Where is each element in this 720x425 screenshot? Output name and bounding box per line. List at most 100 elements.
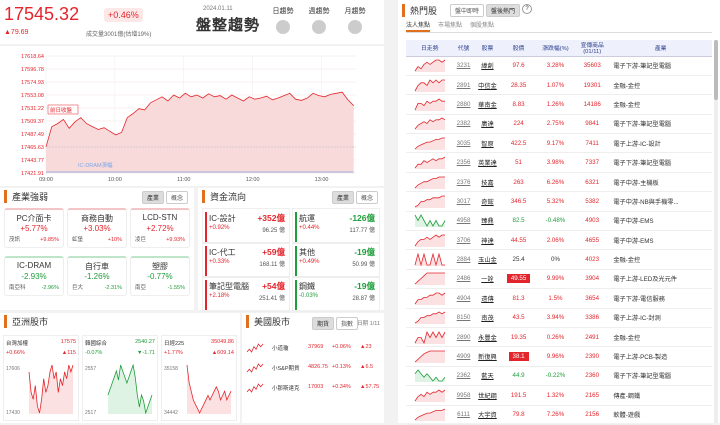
stock-name[interactable]: 神達 xyxy=(473,230,502,251)
stock-name[interactable]: 中信金 xyxy=(473,75,502,96)
stock-code[interactable]: 2890 xyxy=(453,327,474,348)
asia-market-card[interactable]: 韓國綜合 2540.27 -0.07% ▼-1.71 2557 2517 xyxy=(82,335,158,421)
stock-name[interactable]: 一詮 xyxy=(473,269,502,290)
industry-top-stock-pct: +10% xyxy=(107,237,122,243)
stock-code[interactable]: 3706 xyxy=(453,230,474,251)
industry-card[interactable]: LCD-STN +2.72% 凌巨 +9.93% xyxy=(130,208,190,248)
table-row[interactable]: 2376 技嘉 263 6.26% 6321 電子中游-主機板 xyxy=(406,172,712,193)
stock-code[interactable]: 2891 xyxy=(453,75,474,96)
table-row[interactable]: 9958 世紀鋼 191.5 1.32% 2165 傳產-鋼鐵 xyxy=(406,385,712,406)
stock-name[interactable]: 臻鼎 xyxy=(473,211,502,232)
industry-card[interactable]: PC介面卡 +5.77% 茂訊 +9.85% xyxy=(4,208,64,248)
us-tab-futures[interactable]: 期貨 xyxy=(312,317,335,330)
stock-code[interactable]: 2356 xyxy=(453,152,474,173)
stock-code[interactable]: 8150 xyxy=(453,308,474,328)
table-row[interactable]: 2382 廣達 224 2.75% 9841 電子下游-筆記型電腦 xyxy=(406,114,712,135)
table-row[interactable]: 2880 華南金 8.83 1.26% 14186 金融-金控 xyxy=(406,94,712,115)
money-flow-card[interactable]: 筆記型電腦 +2.18% +54億 251.41 億 xyxy=(202,276,290,312)
stock-code[interactable]: 2880 xyxy=(453,94,474,115)
us-market-row[interactable]: 小那斯達克 17003 +0.34% ▲57.75 xyxy=(244,381,382,395)
stock-name[interactable]: 新復興 xyxy=(473,346,502,367)
table-row[interactable]: 3706 神達 44.55 2.06% 4655 電子中游-EMS xyxy=(406,230,712,251)
stock-code[interactable]: 4909 xyxy=(453,346,474,367)
stock-name[interactable]: 技嘉 xyxy=(473,172,502,193)
industry-top-stock: 虹堡 xyxy=(72,237,84,243)
help-icon[interactable]: ? xyxy=(522,4,532,14)
stock-name[interactable]: 永豐金 xyxy=(473,327,502,348)
stock-name[interactable]: 奇鋐 xyxy=(473,191,502,212)
subtab-stock[interactable]: 個股焦點 xyxy=(470,20,494,32)
table-row[interactable]: 2890 永豐金 19.35 0.26% 2491 金融-金控 xyxy=(406,327,712,348)
industry-tab-sector[interactable]: 產業 xyxy=(141,191,164,204)
table-row[interactable]: 2891 中信金 28.35 1.07% 19301 金融-金控 xyxy=(406,75,712,96)
stock-code[interactable]: 6111 xyxy=(453,405,474,425)
stock-name[interactable]: 玉山金 xyxy=(473,249,502,270)
table-row[interactable]: 4904 遠傳 81.3 1.5% 3654 電子下游-電信服務 xyxy=(406,288,712,309)
stock-name[interactable]: 藍天 xyxy=(473,366,502,387)
stock-code[interactable]: 3035 xyxy=(453,133,474,154)
table-row[interactable]: 4958 臻鼎 82.5 -0.48% 4903 電子中游-EMS xyxy=(406,211,712,232)
us-market-row[interactable]: 小S&P期貨 4826.75 +0.13% ▲6.5 xyxy=(244,361,382,375)
money-flow-card[interactable]: 鋼鐵 -0.03% -19億 28.87 億 xyxy=(292,276,380,312)
asia-market-card[interactable]: 日經225 35049.86 +1.77% ▲609.14 35158 34442 xyxy=(161,335,237,421)
stock-code[interactable]: 2376 xyxy=(453,172,474,193)
stock-name[interactable]: 世紀鋼 xyxy=(473,385,502,406)
money-flow-value: +59億 xyxy=(262,247,285,257)
stock-name[interactable]: 南茂 xyxy=(473,308,502,328)
market-price: 17575 xyxy=(60,339,76,345)
stock-code[interactable]: 3017 xyxy=(453,191,474,212)
weekly-trend-button[interactable]: 週趨勢 xyxy=(304,6,334,34)
money-flow-card[interactable]: IC-設計 +0.92% +352億 96.25 億 xyxy=(202,208,290,244)
subtab-institutional[interactable]: 法人焦點 xyxy=(406,20,431,32)
monthly-trend-button[interactable]: 月趨勢 xyxy=(340,6,370,34)
stock-code[interactable]: 2884 xyxy=(453,249,474,270)
scrollbar[interactable] xyxy=(714,40,718,423)
stock-name[interactable]: 大宇資 xyxy=(473,405,502,425)
us-market-row[interactable]: 小道瓊 37969 +0.06% ▲23 xyxy=(244,341,382,355)
industry-card[interactable]: 自行車 -1.26% 巨大 -2.31% xyxy=(67,256,127,296)
table-row[interactable]: 2884 玉山金 25.4 0% 4023 金融-金控 xyxy=(406,249,712,270)
intraday-index-chart[interactable]: 17618.64 17596.78 17574.93 17553.08 17531.22… xyxy=(0,46,384,186)
stock-code[interactable]: 3231 xyxy=(453,56,474,76)
industry-card[interactable]: 塑膠 -0.77% 南亞 -1.55% xyxy=(130,256,190,296)
stock-code[interactable]: 4958 xyxy=(453,211,474,232)
stock-code[interactable]: 2382 xyxy=(453,114,474,135)
table-row[interactable]: 2486 一詮 49.55 9.99% 3904 電子上游-LED及光元件 xyxy=(406,269,712,290)
hot-tab-realtime[interactable]: 盤中即時 xyxy=(450,4,485,17)
stock-code[interactable]: 2486 xyxy=(453,269,474,290)
hot-tab-afterhours[interactable]: 盤後熱門 xyxy=(486,4,521,17)
money-flow-card[interactable]: 航運 +0.44% -126億 117.77 億 xyxy=(292,208,380,244)
table-row[interactable]: 8150 南茂 43.5 3.94% 3386 電子上游-IC-封測 xyxy=(406,308,712,328)
industry-card[interactable]: 商務自動 +3.03% 虹堡 +10% xyxy=(67,208,127,248)
table-row[interactable]: 4909 新復興 38.1 9.96% 2390 電子上游-PCB-製造 xyxy=(406,346,712,367)
table-row[interactable]: 3231 緯創 97.6 3.28% 35603 電子下游-筆記型電腦 xyxy=(406,56,712,76)
daily-trend-button[interactable]: 日趨勢 xyxy=(268,6,298,34)
trend-cell xyxy=(406,75,454,96)
table-row[interactable]: 6111 大宇資 79.8 7.26% 2156 軟體-遊戲 xyxy=(406,405,712,425)
table-row[interactable]: 3017 奇鋐 346.5 5.32% 5382 電子中游-NB與手機零... xyxy=(406,191,712,212)
stock-name[interactable]: 遠傳 xyxy=(473,288,502,309)
stock-name[interactable]: 智原 xyxy=(473,133,502,154)
stock-name[interactable]: 英業達 xyxy=(473,152,502,173)
us-sparkline xyxy=(246,363,264,373)
stock-code[interactable]: 2362 xyxy=(453,366,474,387)
us-tab-index[interactable]: 指數 xyxy=(336,317,359,330)
stock-name[interactable]: 緯創 xyxy=(473,56,502,76)
money-flow-card[interactable]: IC-代工 +0.33% +59億 168.11 億 xyxy=(202,242,290,278)
stock-name[interactable]: 廣達 xyxy=(473,114,502,135)
table-row[interactable]: 2362 藍天 44.9 -0.22% 2360 電子下游-筆記型電腦 xyxy=(406,366,712,387)
subtab-market[interactable]: 市場焦點 xyxy=(438,20,462,32)
industry-card[interactable]: IC-DRAM -2.93% 南亞科 -2.96% xyxy=(4,256,64,296)
money-tab-sector[interactable]: 產業 xyxy=(331,191,354,204)
stock-sparkline xyxy=(414,350,445,364)
money-tab-concept[interactable]: 概念 xyxy=(355,191,378,204)
stock-name[interactable]: 華南金 xyxy=(473,94,502,115)
asia-market-card[interactable]: 台灣加權 17575 +0.66% ▲115 17606 17430 xyxy=(3,335,79,421)
stock-code[interactable]: 4904 xyxy=(453,288,474,309)
money-flow-card[interactable]: 其他 +0.49% -19億 50.99 億 xyxy=(292,242,380,278)
stock-code[interactable]: 9958 xyxy=(453,385,474,406)
table-row[interactable]: 3035 智原 422.5 9.17% 7411 電子上游-IC-設計 xyxy=(406,133,712,154)
table-row[interactable]: 2356 英業達 51 3.98% 7337 電子下游-筆記型電腦 xyxy=(406,152,712,173)
industry-tab-concept[interactable]: 概念 xyxy=(165,191,188,204)
scrollbar-thumb[interactable] xyxy=(714,40,718,100)
